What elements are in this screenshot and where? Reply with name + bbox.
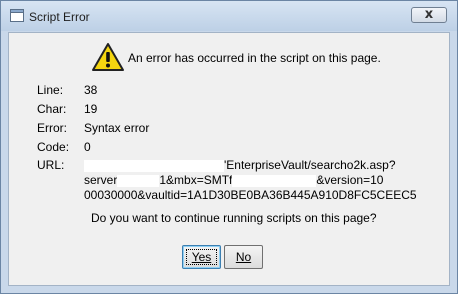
error-message: An error has occurred in the script on t… (128, 51, 381, 65)
warning-icon (92, 43, 124, 71)
app-window-icon (10, 9, 24, 22)
url-text: 1&mbx=SMTf (159, 173, 233, 187)
detail-url: URL: 'EnterpriseVault/searcho2k.asp? ser… (37, 158, 417, 218)
url-text: &version=10 (316, 173, 384, 187)
detail-value: Syntax error (84, 121, 150, 135)
focus-ring (186, 249, 217, 265)
url-line-3: 00030000&vaultid=1A1D30BE0BA36B445A910D8… (84, 188, 417, 202)
detail-label: Error: (37, 121, 67, 135)
no-button-label: No (235, 250, 252, 264)
url-text: server (84, 173, 118, 187)
yes-button[interactable]: Yes (182, 245, 221, 269)
detail-label: Code: (37, 140, 70, 154)
no-button[interactable]: No (224, 245, 263, 269)
url-text: 00030000&vaultid=1A1D30BE0BA36B445A910D8… (84, 188, 417, 202)
dialog-body: An error has occurred in the script on t… (8, 32, 450, 286)
url-line-2: server 1&mbx=SMTf &version=10 (84, 173, 383, 187)
url-line-1: 'EnterpriseVault/searcho2k.asp? (84, 158, 396, 172)
script-error-window: Script Error x An error has occurred in … (0, 0, 458, 294)
close-button[interactable]: x (411, 7, 447, 23)
detail-value: 0 (84, 140, 91, 154)
detail-label: Char: (37, 102, 67, 116)
continue-question: Do you want to continue running scripts … (91, 211, 377, 225)
redaction (84, 159, 224, 172)
detail-label: Line: (37, 83, 64, 97)
redaction (117, 174, 160, 187)
redaction (232, 174, 317, 187)
window-title: Script Error (29, 10, 90, 24)
detail-value: 19 (84, 102, 98, 116)
url-text: 'EnterpriseVault/searcho2k.asp? (224, 158, 396, 172)
detail-value: 38 (84, 83, 98, 97)
close-icon: x (424, 7, 434, 22)
title-bar[interactable]: Script Error x (1, 1, 457, 31)
detail-label: URL: (37, 158, 65, 172)
